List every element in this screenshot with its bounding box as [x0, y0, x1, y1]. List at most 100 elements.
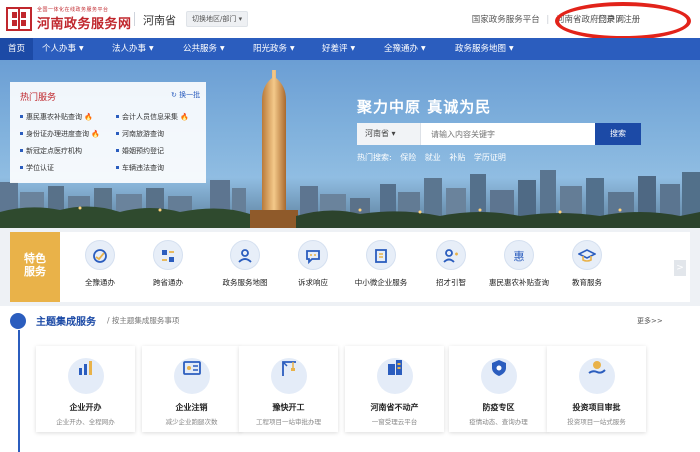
hot-search-label: 热门搜索:	[357, 153, 392, 162]
nav-item-personal[interactable]: 个人办事 ▼	[42, 38, 84, 60]
theme-divider-line	[18, 330, 20, 452]
chevron-down-icon: ▼	[149, 45, 154, 52]
chevron-down-icon: ▼	[220, 45, 225, 52]
search-input[interactable]	[423, 123, 593, 145]
talent-icon	[436, 240, 466, 270]
feature-item-small-business[interactable]: 中小微企业服务	[346, 240, 416, 288]
theme-card-name: 企业注销	[175, 403, 208, 412]
chevron-down-icon: ▼	[421, 45, 426, 52]
link-separator: |	[546, 15, 550, 25]
feature-item-education[interactable]: 教育服务	[552, 240, 622, 288]
nav-item-public[interactable]: 公共服务 ▼	[183, 38, 225, 60]
bullet-icon	[116, 115, 119, 118]
theme-card-name: 豫快开工	[272, 403, 305, 412]
theme-title: 主题集成服务	[36, 317, 96, 328]
search-box: 河南省 ▾ 搜索	[357, 123, 641, 145]
feature-label: 中小微企业服务	[354, 278, 408, 287]
svg-text:惠: 惠	[514, 249, 525, 263]
more-link[interactable]: 更多>>	[637, 316, 663, 326]
hot-service-item[interactable]: 身份证办理进度查询 🔥	[20, 129, 100, 139]
chat-bubble-icon	[298, 240, 328, 270]
header-divider	[134, 12, 135, 26]
nav-item-label: 公共服务	[183, 44, 218, 54]
hot-services-panel: 热门服务 ↻ 换一批 惠民惠农补贴查询 🔥 会计人员信息采集 🔥 身份证办理进度查询…	[10, 82, 206, 183]
hot-service-item[interactable]: 惠民惠农补贴查询 🔥	[20, 112, 93, 122]
theme-card-business-start[interactable]: 企业开办 企业开办、全程网办	[36, 346, 135, 432]
hot-service-item[interactable]: 河南旅游查询	[116, 129, 164, 139]
hero-slogan: 聚力中原 真诚为民	[357, 98, 492, 116]
site-header: 全国一体化在线政务服务平台 河南政务服务网 河南省 切换地区/部门 ▾ 国家政务…	[0, 0, 700, 40]
theme-card-epidemic-prevention[interactable]: 防疫专区 疫情动态、查询办理	[449, 346, 548, 432]
nav-item-home[interactable]: 首页	[0, 38, 34, 60]
chevron-down-icon: ▼	[79, 45, 84, 52]
feature-label: 招才引智	[436, 278, 466, 287]
feature-label: 惠民惠农补贴查询	[489, 278, 549, 287]
feature-label: 全豫通办	[85, 278, 115, 287]
hot-service-item[interactable]: 婚姻预约登记	[116, 146, 164, 156]
nav-item-label: 个人办事	[42, 44, 77, 54]
hot-service-item[interactable]: 学位认证	[20, 163, 54, 173]
feature-item-service-map[interactable]: 政务服务地图	[210, 240, 280, 288]
current-province: 河南省	[143, 14, 176, 27]
theme-card-real-estate[interactable]: 河南省不动产 一窗受理云平台	[345, 346, 444, 432]
bullet-icon	[20, 115, 23, 118]
province-wide-icon	[85, 240, 115, 270]
hot-service-item[interactable]: 会计人员信息采集 🔥	[116, 112, 189, 122]
theme-card-name: 河南省不动产	[370, 403, 419, 412]
hot-service-item[interactable]: 新冠定点医疗机构	[20, 146, 82, 156]
real-estate-icon	[376, 358, 413, 394]
theme-card-name: 防疫专区	[482, 403, 515, 412]
theme-subtitle: / 按主题集成服务事项	[107, 316, 180, 325]
bullet-icon	[20, 132, 23, 135]
hot-service-item[interactable]: 车辆违法查询	[116, 163, 164, 173]
featured-services: 特色 服务 全豫通办 跨省通办 政务服务地图 诉求响应 中小微企业服务 招才引智	[10, 232, 690, 302]
feature-item-subsidy-query[interactable]: 惠 惠民惠农补贴查询	[484, 240, 554, 288]
theme-card-desc: 疫情动态、查询办理	[469, 418, 528, 426]
theme-card-desc: 一窗受理云平台	[371, 418, 418, 426]
nav-item-label: 首页	[8, 44, 26, 54]
refresh-button[interactable]: ↻ 换一批	[171, 90, 200, 100]
nav-item-label: 政务服务地图	[455, 44, 507, 54]
theme-card-name: 企业开办	[69, 403, 102, 412]
hot-keyword[interactable]: 就业	[425, 153, 441, 162]
nav-item-corporate[interactable]: 法人办事 ▼	[112, 38, 154, 60]
theme-card-investment-approval[interactable]: 投资项目审批 投资项目一站式服务	[547, 346, 646, 432]
feature-item-talent[interactable]: 招才引智	[416, 240, 486, 288]
id-card-icon	[173, 358, 210, 394]
bullet-icon	[116, 166, 119, 169]
nav-item-service-map[interactable]: 政务服务地图 ▼	[455, 38, 514, 60]
link-national-platform[interactable]: 国家政务服务平台	[472, 15, 540, 25]
shield-icon	[480, 358, 517, 394]
switch-region-button[interactable]: 切换地区/部门 ▾	[186, 11, 249, 27]
theme-card-desc: 减少企业跑腿次数	[165, 418, 218, 426]
search-button[interactable]: 搜索	[595, 123, 641, 145]
hot-keyword[interactable]: 学历证明	[474, 153, 506, 162]
page: 全国一体化在线政务服务平台 河南政务服务网 河南省 切换地区/部门 ▾ 国家政务…	[0, 0, 700, 452]
chevron-right-icon[interactable]: >	[674, 260, 686, 276]
cross-province-icon	[153, 240, 183, 270]
nav-item-province-wide[interactable]: 全豫通办 ▼	[384, 38, 426, 60]
bullet-icon	[116, 132, 119, 135]
hot-keyword[interactable]: 保险	[400, 153, 416, 162]
map-person-icon	[230, 240, 260, 270]
feature-item-province-wide[interactable]: 全豫通办	[65, 240, 135, 288]
feature-item-appeal-response[interactable]: 诉求响应	[278, 240, 348, 288]
logo-icon[interactable]	[6, 6, 32, 32]
nav-item-label: 好差评	[322, 44, 348, 54]
hot-search: 热门搜索: 保险 就业 补贴 学历证明	[357, 152, 506, 163]
nav-item-review[interactable]: 好差评 ▼	[322, 38, 355, 60]
theme-card-desc: 企业开办、全程网办	[56, 418, 115, 426]
highlight-oval	[555, 2, 691, 40]
feature-item-cross-province[interactable]: 跨省通办	[133, 240, 203, 288]
compass-icon	[10, 313, 26, 329]
fire-icon: 🔥	[180, 113, 189, 121]
search-province-select[interactable]: 河南省 ▾	[357, 123, 421, 145]
theme-card-desc: 工程项目一站审批办理	[256, 418, 321, 426]
chevron-down-icon: ▼	[350, 45, 356, 52]
nav-item-open-government[interactable]: 阳光政务 ▼	[253, 38, 295, 60]
theme-card-business-close[interactable]: 企业注销 减少企业跑腿次数	[142, 346, 241, 432]
theme-card-fast-construction[interactable]: 豫快开工 工程项目一站审批办理	[239, 346, 338, 432]
theme-card-name: 投资项目审批	[572, 403, 621, 412]
hot-keyword[interactable]: 补贴	[449, 153, 465, 162]
logo-name[interactable]: 河南政务服务网	[37, 13, 132, 32]
